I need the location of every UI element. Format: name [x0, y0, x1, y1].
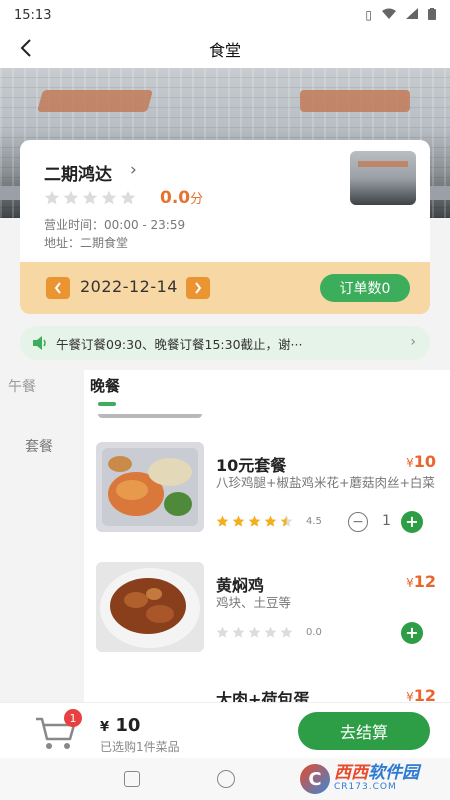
signal-icon [406, 8, 418, 22]
list-item[interactable]: 10元套餐 ¥10 八珍鸡腿+椒盐鸡米花+蘑菇肉丝+白菜 4.5 − 1 + [96, 442, 436, 542]
star-icon [82, 190, 98, 205]
cart-bar: 1 ¥ 10 已选购1件菜品 去结算 [0, 702, 450, 758]
vibrate-icon: ▯ [365, 8, 372, 22]
star-icon [280, 515, 293, 527]
tab-dinner[interactable]: 晚餐 [90, 375, 120, 396]
sidebar-item-lunch[interactable]: 午餐 [0, 376, 64, 396]
speaker-icon [33, 336, 46, 350]
cart-total: ¥ 10 [100, 715, 141, 736]
decrease-quantity-button[interactable]: − [348, 512, 368, 532]
dish-rating-stars [216, 515, 293, 528]
dish-name: 黄焖鸡 [216, 576, 265, 595]
battery-icon [428, 7, 436, 23]
star-icon [280, 626, 293, 638]
back-button[interactable] [14, 36, 38, 60]
star-icon [248, 515, 261, 527]
dish-description: 鸡块、土豆等 [216, 595, 292, 610]
dish-price: ¥12 [406, 572, 436, 591]
chevron-right-icon: › [410, 334, 416, 350]
canteen-name[interactable]: 二期鸿达 [44, 160, 112, 185]
business-hours: 营业时间：00:00 - 23:59 [44, 218, 186, 232]
system-nav-bar: C 西西软件园 CR173.COM [0, 758, 450, 800]
star-icon [216, 515, 229, 527]
order-count-button[interactable]: 订单数0 [320, 274, 410, 302]
wifi-icon [382, 8, 396, 22]
dish-rating-stars [216, 626, 293, 639]
canteen-rating-score: 0.0分 [160, 188, 204, 208]
active-tab-indicator [98, 402, 116, 406]
page-title: 食堂 [208, 41, 241, 60]
star-icon [216, 626, 229, 638]
category-sidebar: 午餐 套餐 [0, 370, 84, 702]
cart-summary: 已选购1件菜品 [100, 740, 180, 754]
star-icon [232, 515, 245, 527]
next-date-button[interactable] [186, 277, 210, 299]
dish-rating-score: 0.0 [306, 627, 322, 638]
canteen-address: 地址：二期食堂 [44, 236, 129, 250]
date-bar: 2022-12-14 订单数0 [20, 262, 430, 314]
nav-bar: 食堂 [0, 30, 450, 68]
chevron-right-icon [195, 282, 202, 294]
status-icons: ▯ [365, 7, 436, 23]
canteen-rating-stars [44, 190, 136, 206]
list-item[interactable]: 大肉+荷包蛋 ¥12 [96, 676, 436, 702]
list-item[interactable]: 黄焖鸡 ¥12 鸡块、土豆等 0.0 + [96, 562, 436, 662]
canteen-info-card: 二期鸿达 › 0.0分 营业时间：00:00 - 23:59 地址：二期食堂 [20, 140, 430, 262]
star-icon [63, 190, 79, 205]
star-icon [264, 515, 277, 527]
status-bar: 15:13 ▯ [0, 0, 450, 30]
star-icon [248, 626, 261, 638]
star-icon [44, 190, 60, 205]
star-icon [232, 626, 245, 638]
chevron-left-icon [20, 39, 31, 57]
notice-text: 午餐订餐09:30、晚餐订餐15:30截止，谢··· [56, 336, 303, 352]
notice-bar[interactable]: 午餐订餐09:30、晚餐订餐15:30截止，谢··· › [20, 326, 430, 360]
dish-rating-score: 4.5 [306, 516, 322, 527]
dish-price: ¥10 [406, 452, 436, 471]
chevron-left-icon [54, 282, 61, 294]
status-time: 15:13 [14, 7, 52, 23]
list-item [98, 414, 202, 418]
prev-date-button[interactable] [46, 277, 70, 299]
star-icon [120, 190, 136, 205]
increase-quantity-button[interactable]: + [401, 622, 423, 644]
watermark-logo: C 西西软件园 CR173.COM [300, 762, 446, 796]
chevron-right-icon[interactable]: › [130, 160, 137, 180]
sidebar-item-set-meal[interactable]: 套餐 [0, 436, 81, 456]
dish-image [96, 562, 204, 652]
selected-date: 2022-12-14 [80, 277, 178, 296]
dish-description: 八珍鸡腿+椒盐鸡米花+蘑菇肉丝+白菜 [216, 475, 435, 490]
canteen-thumbnail[interactable] [350, 151, 416, 205]
home-button[interactable] [217, 770, 235, 788]
recent-apps-button[interactable] [124, 771, 140, 787]
cart-count-badge: 1 [64, 709, 82, 727]
dish-name: 10元套餐 [216, 456, 287, 475]
increase-quantity-button[interactable]: + [401, 511, 423, 533]
star-icon [101, 190, 117, 205]
dish-price: ¥12 [406, 686, 436, 702]
quantity-value: 1 [382, 513, 391, 529]
dish-list: 晚餐 10元套餐 ¥10 八珍鸡腿+椒盐鸡米花+蘑菇肉丝+白菜 4.5 − 1 … [84, 370, 450, 702]
checkout-button[interactable]: 去结算 [298, 712, 430, 750]
star-icon [264, 626, 277, 638]
dish-name: 大肉+荷包蛋 [216, 690, 310, 702]
dish-image [96, 442, 204, 532]
